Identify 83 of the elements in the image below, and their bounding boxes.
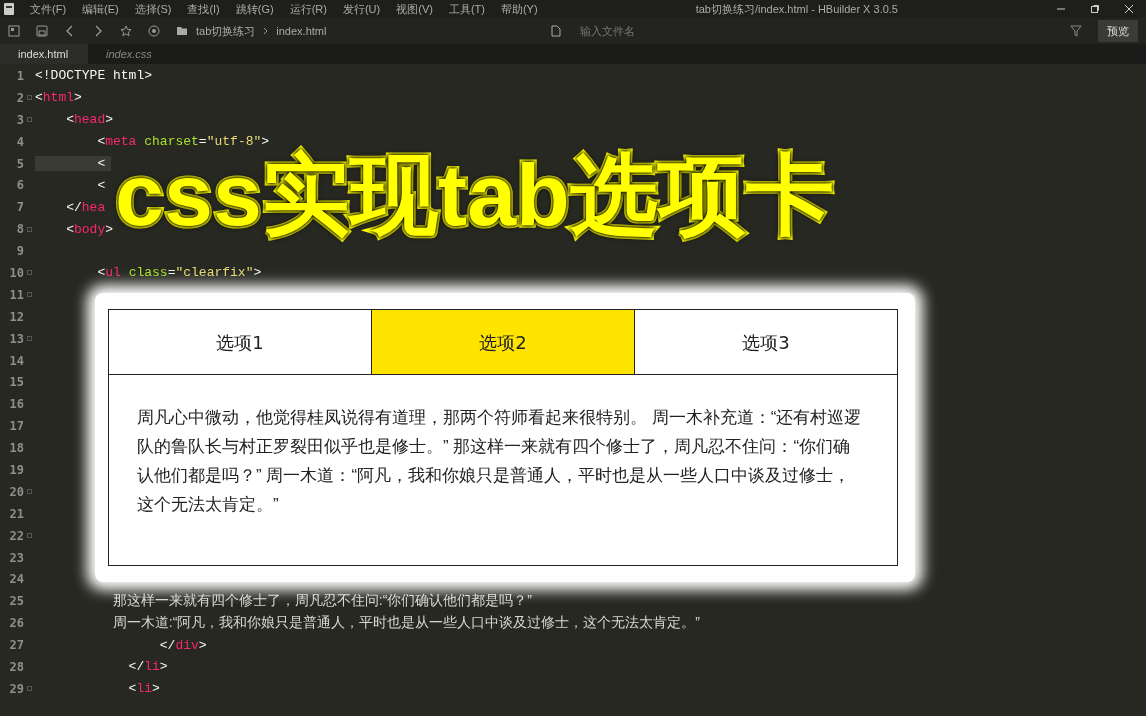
line-number: 25 xyxy=(8,594,24,609)
restore-icon[interactable] xyxy=(1090,4,1100,14)
line-number: 1 xyxy=(15,68,24,83)
tab[interactable]: 选项2 xyxy=(371,310,634,375)
fold-marker-icon[interactable] xyxy=(27,336,32,342)
line-number: 26 xyxy=(8,616,24,631)
fold-marker-icon[interactable] xyxy=(27,686,32,692)
line-number: 6 xyxy=(15,178,24,193)
fold-marker-icon[interactable] xyxy=(27,226,32,232)
chevron-icon xyxy=(263,27,269,35)
window-icon[interactable] xyxy=(8,25,20,37)
menu-item[interactable]: 编辑(E) xyxy=(82,0,119,18)
line-number: 20 xyxy=(8,484,24,499)
breadcrumb-item[interactable]: index.html xyxy=(276,22,327,40)
line-number: 3 xyxy=(15,112,24,127)
line-number: 10 xyxy=(8,265,24,280)
code-line: </li> xyxy=(127,659,169,675)
tab[interactable]: 选项3 xyxy=(634,310,897,375)
app-logo-icon xyxy=(4,3,14,15)
code-line: <ul class="clearfix"> xyxy=(96,265,263,281)
window-title: tab切换练习/index.html - HBuilder X 3.0.5 xyxy=(695,2,898,15)
code-line: < xyxy=(96,177,107,193)
line-number: 14 xyxy=(8,353,24,368)
headline: css实现tab选项卡 xyxy=(115,151,834,239)
folder-icon xyxy=(176,25,188,37)
code-line: <li> xyxy=(127,681,161,697)
fold-marker-icon[interactable] xyxy=(27,117,32,123)
menu-item[interactable]: 视图(V) xyxy=(396,0,433,18)
search-field[interactable]: 输入文件名 xyxy=(578,21,738,41)
menu-item[interactable]: 查找(I) xyxy=(187,0,220,18)
code-line: </div> xyxy=(158,637,208,653)
tab-content-text: 周凡心中微动，他觉得桂凤说得有道理，那两个符师看起来很特别。 周一木补充道：“还有村巡逻队的鲁队长与村正罗裂田似乎也是修士。” 那这样一来就有四个修士了，周凡忍不住问：“你们确认他们都是吗？” 周一木道：“阿凡，我和你娘只是普通人，平时也是从一些人口中谈及过修士，这个无法太肯定。” xyxy=(136,407,863,516)
code-line: 那这样一来就有四个修士了，周凡忍不住问:“你们确认他们都是吗？” xyxy=(111,592,533,611)
menu-item[interactable]: 发行(U) xyxy=(342,0,381,18)
line-number: 5 xyxy=(15,156,24,171)
line-number: 2 xyxy=(15,90,24,105)
menu-item[interactable]: 选择(S) xyxy=(134,0,172,18)
line-number: 27 xyxy=(8,638,24,653)
menu-item[interactable]: 工具(T) xyxy=(448,0,485,18)
preview-button[interactable]: 预览 xyxy=(1098,19,1138,43)
line-number: 28 xyxy=(8,660,24,674)
line-number: 15 xyxy=(8,375,24,390)
star-icon[interactable] xyxy=(120,25,132,37)
code-line: <!DOCTYPE html> xyxy=(35,68,154,84)
line-number: 12 xyxy=(8,309,24,324)
menu-item[interactable]: 跳转(G) xyxy=(235,0,274,18)
line-number: 22 xyxy=(8,528,24,543)
code-line: <meta charset="utf-8"> xyxy=(96,134,270,150)
breadcrumb-item[interactable]: tab切换练习 xyxy=(196,22,256,40)
file-icon xyxy=(550,25,562,37)
line-number: 8 xyxy=(15,222,24,237)
code-line: </hea xyxy=(65,199,107,215)
line-number: 24 xyxy=(8,572,24,587)
code-line: <body> xyxy=(65,221,115,237)
code-line: 周一木道:“阿凡，我和你娘只是普通人，平时也是从一些人口中谈及过修士，这个无法太肯定。” xyxy=(111,614,701,633)
line-number: 11 xyxy=(8,287,24,302)
filter-icon[interactable] xyxy=(1070,25,1082,37)
editor-tab[interactable]: index.css xyxy=(88,44,176,64)
save-icon[interactable] xyxy=(36,25,48,37)
line-number: 17 xyxy=(8,419,24,434)
menu-item[interactable]: 运行(R) xyxy=(289,0,327,18)
line-number: 4 xyxy=(15,134,24,149)
line-number: 13 xyxy=(8,331,24,346)
fold-marker-icon[interactable] xyxy=(27,95,32,101)
code-line: <html> xyxy=(35,90,83,106)
fold-marker-icon[interactable] xyxy=(27,292,32,298)
run-icon[interactable] xyxy=(148,25,160,37)
fold-marker-icon[interactable] xyxy=(27,489,32,495)
line-number: 23 xyxy=(8,550,24,565)
line-number: 16 xyxy=(8,397,24,412)
line-number: 19 xyxy=(8,462,24,477)
fold-marker-icon[interactable] xyxy=(27,270,32,276)
line-number: 21 xyxy=(8,506,24,521)
line-number: 9 xyxy=(15,244,24,259)
line-number: 29 xyxy=(8,681,24,696)
line-number: 7 xyxy=(15,200,24,215)
code-line: <head> xyxy=(65,112,115,128)
menu-item[interactable]: 帮助(Y) xyxy=(500,0,538,18)
line-number: 18 xyxy=(8,441,24,456)
menu-item[interactable]: 文件(F) xyxy=(30,0,67,18)
editor-tab[interactable]: index.html xyxy=(0,44,88,64)
close-icon[interactable] xyxy=(1124,4,1134,14)
fold-marker-icon[interactable] xyxy=(27,533,32,539)
